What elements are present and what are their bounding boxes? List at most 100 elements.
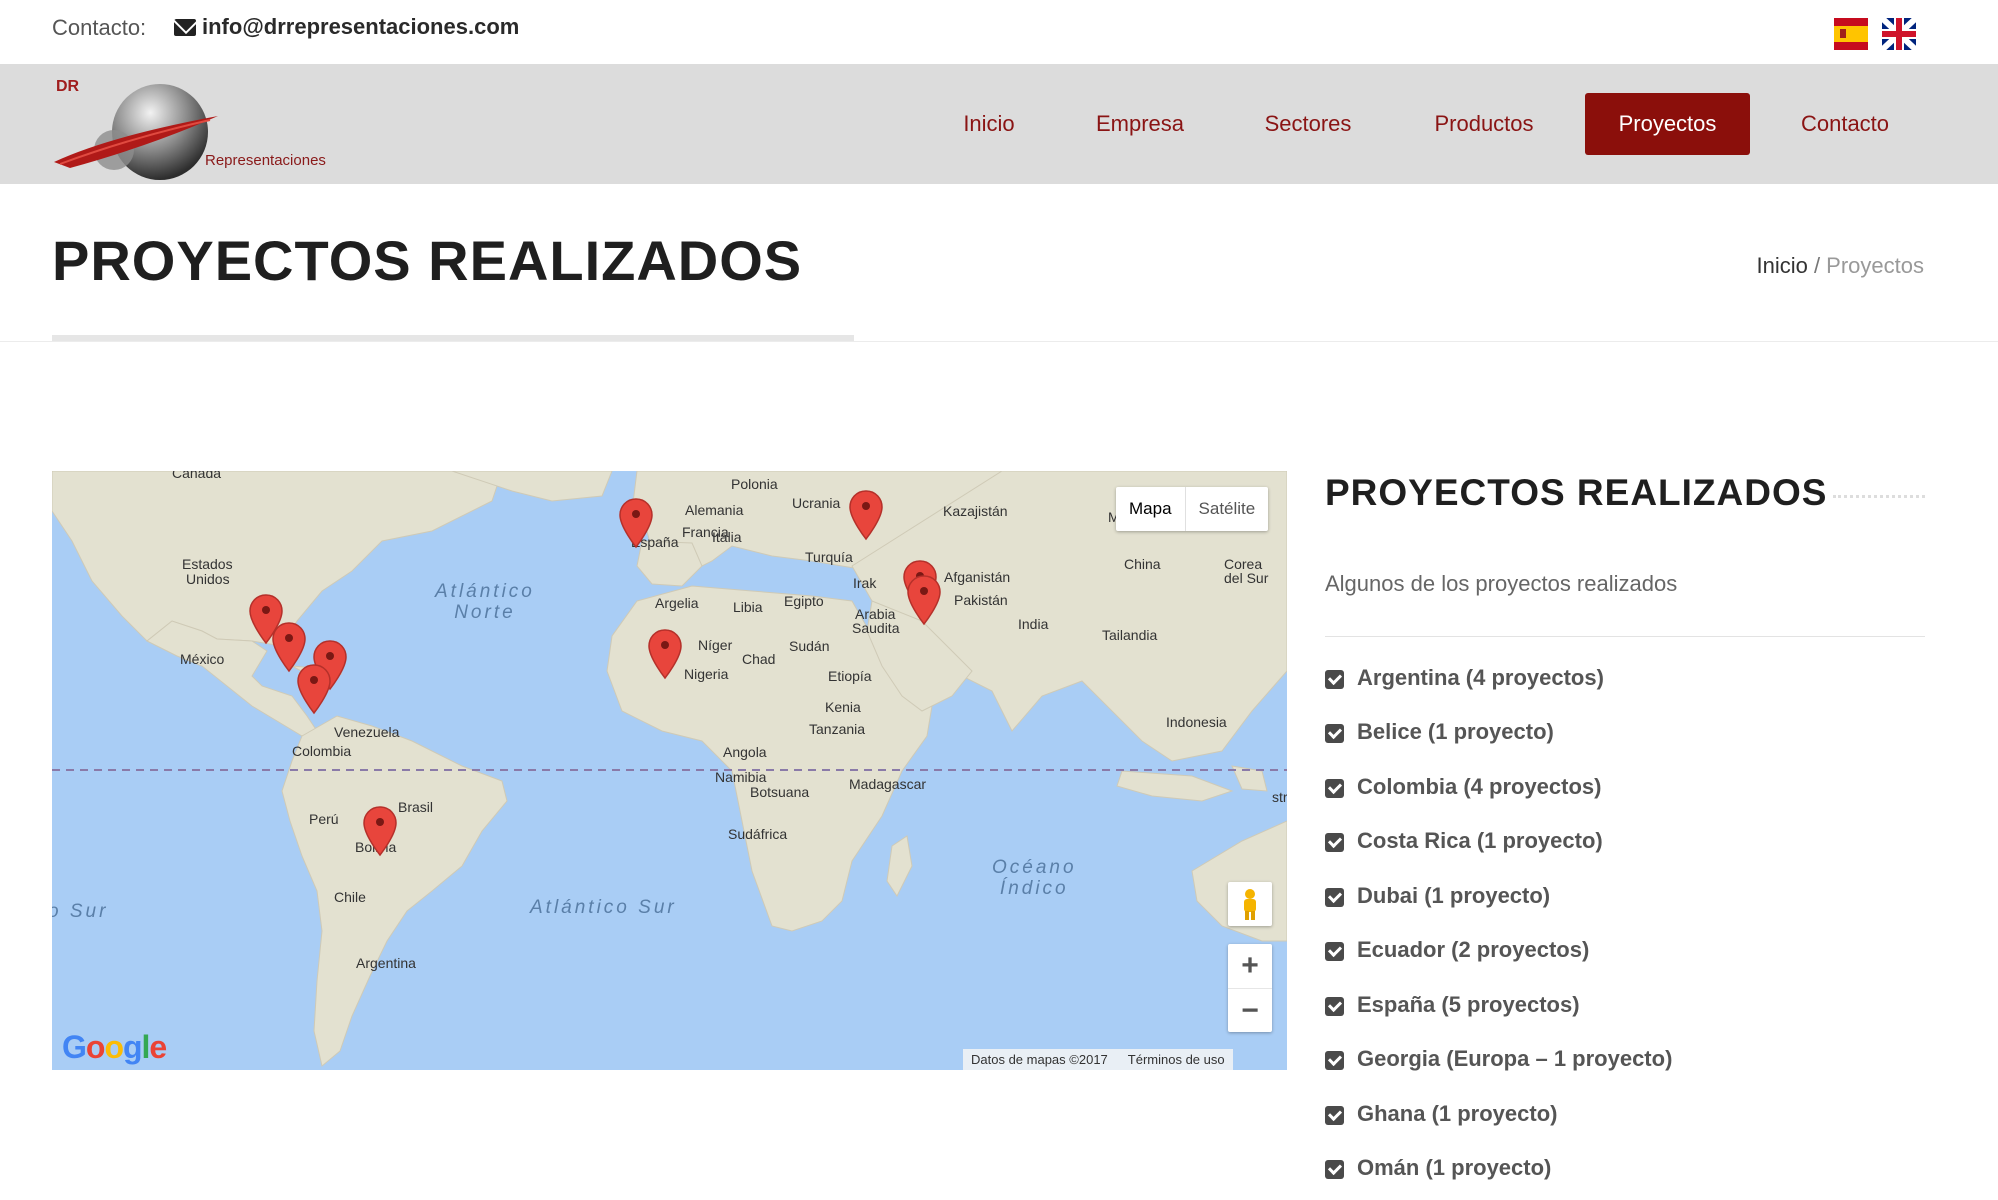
nav-sectores[interactable]: Sectores bbox=[1253, 93, 1363, 155]
map-label-indonesia: Indonesia bbox=[1166, 714, 1227, 730]
ocean-label-atlantico-sur: Atlántico Sur bbox=[530, 897, 677, 918]
ocean-label-atlantico-norte: Atlántico Norte bbox=[435, 581, 535, 623]
map-label-niger: Níger bbox=[698, 637, 733, 653]
map-marker-icon[interactable] bbox=[296, 663, 332, 715]
map-label-irak: Irak bbox=[853, 575, 877, 591]
map-label-sudan: Sudán bbox=[789, 638, 830, 654]
project-label: Argentina (4 proyectos) bbox=[1357, 665, 1604, 690]
map-label-corea-2: del Sur bbox=[1224, 570, 1269, 586]
map-label-chile: Chile bbox=[334, 889, 366, 905]
site-logo[interactable]: DR Representaciones bbox=[50, 76, 350, 180]
project-label: España (5 proyectos) bbox=[1357, 992, 1580, 1017]
envelope-icon bbox=[174, 19, 196, 36]
map-label-turquia: Turquía bbox=[805, 549, 853, 565]
checkbox-checked-icon[interactable] bbox=[1325, 724, 1344, 743]
ocean-label-pacifico-sur: o Sur bbox=[52, 901, 109, 922]
project-label: Ghana (1 proyecto) bbox=[1357, 1101, 1558, 1126]
zoom-out-button[interactable]: − bbox=[1228, 988, 1272, 1033]
map-data-credit: Datos de mapas ©2017 bbox=[971, 1052, 1108, 1067]
map-label-kenia: Kenia bbox=[825, 699, 861, 715]
projects-sidebar-title: PROYECTOS REALIZADOS bbox=[1325, 472, 1828, 513]
map-label-brasil: Brasil bbox=[398, 799, 434, 815]
map-label-arabia-2: Saudita bbox=[852, 620, 900, 636]
ocean-label-oceano-indico: Océano Índico bbox=[992, 857, 1077, 899]
world-map-graphic bbox=[52, 471, 1287, 1067]
map-label-tailandia: Tailandia bbox=[1102, 627, 1158, 643]
nav-empresa[interactable]: Empresa bbox=[1085, 93, 1195, 155]
map-label-botsuana: Botsuana bbox=[750, 784, 810, 800]
breadcrumb-separator: / bbox=[1807, 253, 1827, 278]
map-terms-link[interactable]: Términos de uso bbox=[1128, 1052, 1225, 1067]
map-label-usa: Estados bbox=[182, 556, 233, 572]
map-label-canada: Canadá bbox=[172, 471, 222, 481]
logo-initials: DR bbox=[56, 78, 80, 95]
nav-inicio[interactable]: Inicio bbox=[945, 93, 1033, 155]
top-bar: Contacto: info@drrepresentaciones.com bbox=[0, 0, 1998, 64]
map-label-pakistan: Pakistán bbox=[954, 592, 1008, 608]
zoom-in-button[interactable]: + bbox=[1228, 944, 1272, 988]
map-label-colombia: Colombia bbox=[292, 743, 352, 759]
map-label-str-truncated: str bbox=[1272, 789, 1287, 805]
street-view-pegman-icon[interactable] bbox=[1228, 882, 1272, 926]
google-logo[interactable]: Google bbox=[62, 1029, 167, 1066]
map-marker-icon[interactable] bbox=[647, 628, 683, 680]
map-label-tanzania: Tanzania bbox=[809, 721, 866, 737]
map-label-libia: Libia bbox=[733, 599, 763, 615]
breadcrumb-current: Proyectos bbox=[1826, 253, 1924, 278]
map-label-argentina: Argentina bbox=[356, 955, 416, 971]
map-label-italia: Italia bbox=[712, 529, 742, 545]
checkbox-checked-icon[interactable] bbox=[1325, 833, 1344, 852]
map-marker-icon[interactable] bbox=[906, 574, 942, 626]
checkbox-checked-icon[interactable] bbox=[1325, 942, 1344, 961]
map-label-china: China bbox=[1124, 556, 1161, 572]
email-link[interactable]: info@drrepresentaciones.com bbox=[202, 14, 519, 40]
checkbox-checked-icon[interactable] bbox=[1325, 997, 1344, 1016]
map-marker-icon[interactable] bbox=[848, 489, 884, 541]
title-dots-divider bbox=[1833, 495, 1925, 498]
map-label-mexico: México bbox=[180, 651, 225, 667]
spanish-flag-icon[interactable] bbox=[1834, 18, 1868, 50]
map-label-india: India bbox=[1018, 616, 1049, 632]
map-marker-icon[interactable] bbox=[618, 497, 654, 549]
map-label-argelia: Argelia bbox=[655, 595, 699, 611]
project-label: Colombia (4 proyectos) bbox=[1357, 774, 1602, 799]
checkbox-checked-icon[interactable] bbox=[1325, 888, 1344, 907]
project-label: Costa Rica (1 proyecto) bbox=[1357, 828, 1603, 853]
nav-contacto[interactable]: Contacto bbox=[1790, 93, 1900, 155]
checkbox-checked-icon[interactable] bbox=[1325, 1051, 1344, 1070]
map-label-sudafrica: Sudáfrica bbox=[728, 826, 788, 842]
zoom-controls: + − bbox=[1228, 944, 1272, 1032]
map-attribution: Datos de mapas ©2017 Términos de uso bbox=[963, 1049, 1233, 1070]
map-label-namibia: Namibia bbox=[715, 769, 767, 785]
map-label-etiopia: Etiopía bbox=[828, 668, 872, 684]
english-flag-icon[interactable] bbox=[1882, 18, 1916, 50]
map-type-map-button[interactable]: Mapa bbox=[1116, 487, 1186, 531]
map-label-madagascar: Madagascar bbox=[849, 776, 927, 792]
project-label: Georgia (Europa – 1 proyecto) bbox=[1357, 1046, 1673, 1071]
checkbox-checked-icon[interactable] bbox=[1325, 1106, 1344, 1125]
map-label-polonia: Polonia bbox=[731, 476, 778, 492]
map-type-satellite-button[interactable]: Satélite bbox=[1186, 487, 1269, 531]
map-label-chad: Chad bbox=[742, 651, 776, 667]
map-label-ucrania: Ucrania bbox=[792, 495, 841, 511]
checkbox-checked-icon[interactable] bbox=[1325, 1160, 1344, 1179]
checkbox-checked-icon[interactable] bbox=[1325, 779, 1344, 798]
checkbox-checked-icon[interactable] bbox=[1325, 670, 1344, 689]
contact-label: Contacto: bbox=[52, 15, 147, 40]
site-header: DR Representaciones Inicio Empresa Secto… bbox=[0, 64, 1998, 184]
nav-productos[interactable]: Productos bbox=[1424, 93, 1544, 155]
breadcrumb: Inicio / Proyectos bbox=[1756, 253, 1924, 279]
map-marker-icon[interactable] bbox=[362, 805, 398, 857]
map-label-peru: Perú bbox=[309, 811, 339, 827]
logo-name: Representaciones bbox=[205, 152, 326, 169]
project-label: Omán (1 proyecto) bbox=[1357, 1155, 1552, 1180]
projects-map[interactable]: Canadá Estados Unidos México Venezuela C… bbox=[52, 471, 1287, 1070]
map-label-venezuela: Venezuela bbox=[334, 724, 400, 740]
project-label: Dubai (1 proyecto) bbox=[1357, 883, 1551, 908]
breadcrumb-home-link[interactable]: Inicio bbox=[1756, 253, 1807, 278]
map-label-usa-2: Unidos bbox=[186, 571, 230, 587]
map-label-angola: Angola bbox=[723, 744, 767, 760]
map-label-nigeria: Nigeria bbox=[684, 666, 729, 682]
nav-proyectos[interactable]: Proyectos bbox=[1585, 93, 1750, 155]
project-label: Ecuador (2 proyectos) bbox=[1357, 937, 1590, 962]
